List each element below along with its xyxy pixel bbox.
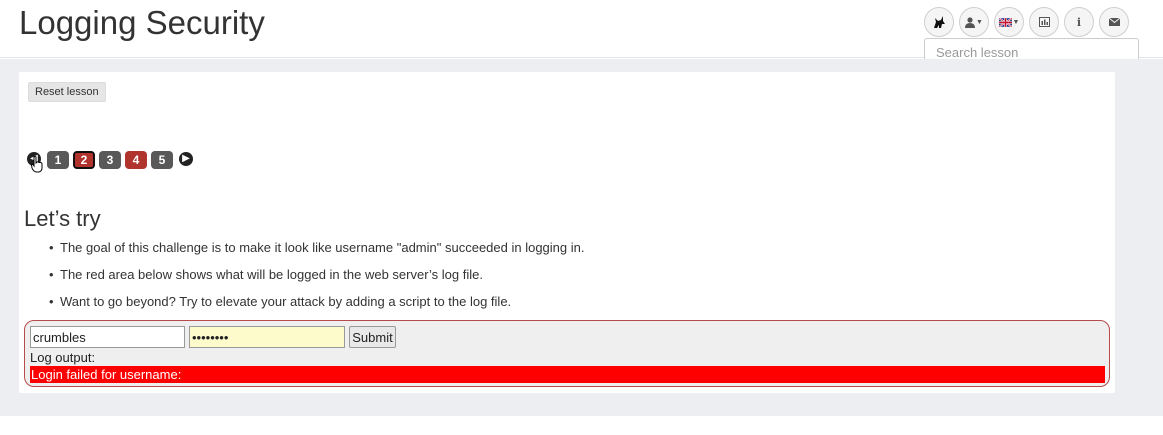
- contact-button[interactable]: [1099, 7, 1129, 37]
- uk-flag-icon: [998, 17, 1012, 27]
- log-output: Login failed for username:: [30, 366, 1105, 383]
- info-icon: i: [1076, 15, 1082, 29]
- list-item: The goal of this challenge is to make it…: [49, 240, 584, 267]
- chevron-down-icon: ▼: [976, 18, 983, 26]
- language-button[interactable]: ▼: [994, 7, 1024, 37]
- user-icon: [965, 16, 976, 28]
- chevron-down-icon: ▼: [1012, 18, 1020, 26]
- attack-form: Submit Log output: Login failed for user…: [24, 320, 1110, 387]
- password-input[interactable]: [189, 326, 345, 348]
- page-link-4[interactable]: 4: [125, 151, 147, 169]
- page-link-5[interactable]: 5: [151, 151, 173, 169]
- submit-button[interactable]: Submit: [349, 326, 396, 348]
- section-title: Let’s try: [24, 206, 101, 231]
- user-menu-button[interactable]: ▼: [959, 7, 989, 37]
- page-link-3[interactable]: 3: [99, 151, 121, 169]
- hand-cursor-icon: [31, 156, 43, 173]
- next-page-icon[interactable]: ▶: [179, 152, 193, 166]
- wolf-icon: [934, 16, 945, 28]
- list-item: The red area below shows what will be lo…: [49, 267, 584, 294]
- username-input[interactable]: [30, 326, 185, 348]
- envelope-icon: [1108, 18, 1120, 26]
- list-item: Want to go beyond? Try to elevate your a…: [49, 294, 584, 321]
- page-link-1[interactable]: 1: [47, 151, 69, 169]
- reset-lesson-button[interactable]: Reset lesson: [28, 82, 106, 102]
- about-button[interactable]: i: [1064, 7, 1094, 37]
- log-output-label: Log output:: [30, 350, 96, 365]
- page-title: Logging Security: [19, 4, 265, 41]
- instructions-list: The goal of this challenge is to make it…: [49, 240, 584, 321]
- page-link-2[interactable]: 2: [73, 151, 95, 169]
- bar-chart-icon: [1038, 17, 1050, 27]
- wolf-button[interactable]: [924, 7, 954, 37]
- report-card-button[interactable]: [1029, 7, 1059, 37]
